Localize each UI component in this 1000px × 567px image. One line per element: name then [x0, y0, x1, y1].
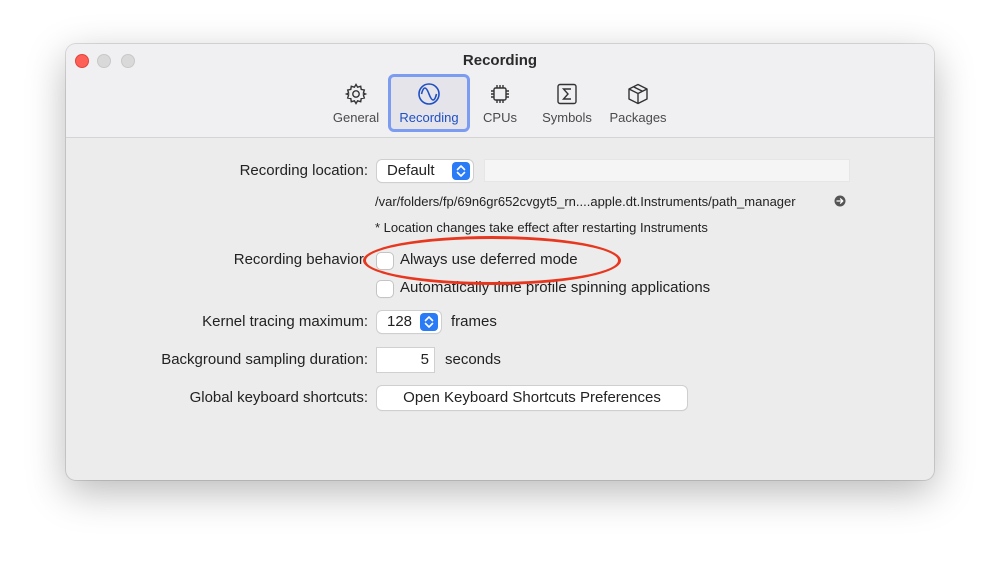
kernel-tracing-popup[interactable]: 128	[377, 311, 441, 333]
recording-location-value: Default	[387, 162, 435, 179]
gear-icon	[344, 83, 368, 105]
chevron-updown-icon	[452, 162, 470, 180]
tab-general[interactable]: General	[328, 75, 384, 130]
recording-behavior-label: Recording behavior:	[233, 251, 368, 268]
tab-packages-label: Packages	[609, 110, 667, 125]
window-title: Recording	[462, 52, 538, 69]
kernel-tracing-label: Kernel tracing maximum:	[202, 313, 368, 330]
recording-location-label: Recording location:	[239, 162, 368, 179]
recording-location-popup[interactable]: Default	[377, 160, 473, 182]
cpu-icon	[491, 85, 509, 103]
background-sampling-unit: seconds	[445, 351, 501, 368]
tab-packages[interactable]: Packages	[604, 75, 672, 130]
chevron-updown-icon	[420, 313, 438, 331]
preferences-window: Recording General Recording CPUs Symbols…	[66, 44, 934, 480]
location-restart-note: * Location changes take effect after res…	[375, 220, 708, 235]
package-box-icon	[628, 83, 648, 105]
tab-general-label: General	[332, 110, 380, 125]
recording-pane: Recording location: Default /var/folders…	[66, 139, 934, 480]
tab-recording-label: Recording	[399, 110, 459, 125]
toolbar: Recording General Recording CPUs Symbols…	[66, 44, 934, 138]
reveal-arrow-icon[interactable]	[834, 195, 846, 207]
waveform-icon	[418, 83, 440, 105]
time-profile-spinning-checkbox[interactable]	[377, 281, 393, 297]
recording-location-path: /var/folders/fp/69n6gr652cvgyt5_rn....ap…	[375, 194, 796, 209]
annotation-ellipse	[363, 236, 621, 285]
recording-location-field[interactable]	[484, 159, 850, 182]
tab-cpus-label: CPUs	[483, 110, 517, 125]
tab-recording[interactable]: Recording	[388, 74, 470, 132]
open-keyboard-shortcuts-button[interactable]: Open Keyboard Shortcuts Preferences	[377, 386, 687, 410]
kernel-tracing-unit: frames	[451, 313, 497, 330]
sigma-icon	[557, 83, 577, 105]
background-sampling-label: Background sampling duration:	[161, 351, 368, 368]
tab-symbols[interactable]: Symbols	[536, 75, 598, 130]
background-sampling-input[interactable]: 5	[377, 348, 434, 372]
tab-cpus[interactable]: CPUs	[476, 75, 524, 130]
kernel-tracing-value: 128	[387, 313, 413, 330]
tab-symbols-label: Symbols	[542, 110, 592, 125]
keyboard-shortcuts-label: Global keyboard shortcuts:	[189, 389, 368, 406]
